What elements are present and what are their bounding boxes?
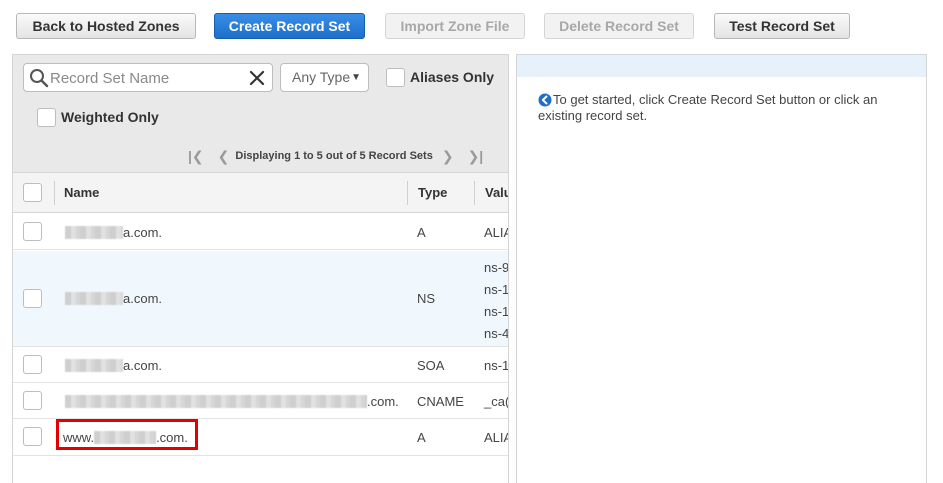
column-divider [54, 181, 55, 205]
record-name-suffix: .com. [367, 394, 399, 409]
table-header: Name Type Valu [13, 173, 508, 213]
search-icon [30, 69, 49, 88]
record-name-suffix: a.com. [123, 291, 163, 306]
delete-record-set-button[interactable]: Delete Record Set [544, 13, 694, 39]
table-row[interactable]: .com. CNAME _ca( [13, 384, 508, 419]
column-divider [407, 181, 408, 205]
weighted-only-checkbox[interactable] [37, 108, 56, 127]
record-value: ns-1 [484, 358, 509, 373]
pagination-status: Displaying 1 to 5 out of 5 Record Sets [235, 150, 433, 162]
search-box [23, 63, 273, 92]
select-all-checkbox[interactable] [23, 183, 42, 202]
column-header-name[interactable]: Name [64, 185, 99, 200]
redacted-text [65, 395, 367, 408]
record-value: ALIA [484, 225, 508, 240]
record-value: ns-4 [484, 326, 509, 341]
row-checkbox[interactable] [23, 289, 42, 308]
filter-bar: Any Type ▼ Aliases Only Weighted Only |❮… [13, 55, 508, 173]
redacted-text [65, 292, 123, 305]
column-divider [474, 181, 475, 205]
record-type-select[interactable]: Any Type ▼ [280, 63, 369, 92]
column-header-value[interactable]: Valu [485, 185, 508, 200]
record-type: A [417, 430, 426, 445]
record-name: .com. [65, 394, 399, 409]
aliases-only-checkbox[interactable] [386, 68, 405, 87]
row-checkbox[interactable] [23, 427, 42, 446]
record-type: A [417, 225, 426, 240]
record-type: NS [417, 291, 436, 306]
record-name: a.com. [65, 225, 162, 240]
annotation-highlight-box [56, 419, 198, 450]
table-row[interactable]: a.com. A ALIA [13, 214, 508, 250]
first-page-icon[interactable]: |❮ [188, 148, 204, 165]
pagination: |❮ ❮ Displaying 1 to 5 out of 5 Record S… [188, 148, 483, 164]
row-checkbox[interactable] [23, 355, 42, 374]
record-type-selected-value: Any Type [292, 69, 351, 85]
weighted-only-label: Weighted Only [61, 109, 159, 125]
table-row[interactable]: a.com. SOA ns-1 [13, 348, 508, 383]
record-value: _ca( [484, 394, 509, 409]
aliases-only-label: Aliases Only [410, 69, 495, 85]
record-value: ns-9 [484, 260, 509, 275]
row-checkbox[interactable] [23, 391, 42, 410]
record-value: ns-1 [484, 282, 509, 297]
redacted-text [65, 226, 123, 239]
row-checkbox[interactable] [23, 222, 42, 241]
table-row[interactable]: a.com. NS ns-9 ns-1 ns-1 ns-4 [13, 251, 508, 347]
redacted-text [65, 359, 123, 372]
import-zone-file-button[interactable]: Import Zone File [385, 13, 525, 39]
record-name-suffix: a.com. [123, 358, 163, 373]
chevron-down-icon: ▼ [351, 72, 361, 83]
column-header-type[interactable]: Type [418, 185, 447, 200]
previous-page-icon[interactable]: ❮ [218, 148, 230, 165]
test-record-set-button[interactable]: Test Record Set [714, 13, 850, 39]
next-page-icon[interactable]: ❯ [442, 148, 454, 165]
record-set-name-search-input[interactable] [50, 68, 240, 88]
record-type: SOA [417, 358, 445, 373]
record-value: ALIA [484, 430, 508, 445]
details-header-bar [517, 55, 926, 77]
getting-started-message: To get started, click Create Record Set … [538, 92, 878, 123]
record-details-panel: To get started, click Create Record Set … [516, 54, 927, 483]
create-record-set-button[interactable]: Create Record Set [214, 13, 365, 39]
record-value: ns-1 [484, 304, 509, 319]
last-page-icon[interactable]: ❯| [468, 148, 484, 165]
back-to-hosted-zones-button[interactable]: Back to Hosted Zones [16, 13, 196, 39]
record-type: CNAME [417, 394, 464, 409]
clear-search-icon[interactable] [248, 69, 266, 87]
record-name: a.com. [65, 291, 162, 306]
record-name: a.com. [65, 358, 162, 373]
record-name-suffix: a.com. [123, 225, 163, 240]
